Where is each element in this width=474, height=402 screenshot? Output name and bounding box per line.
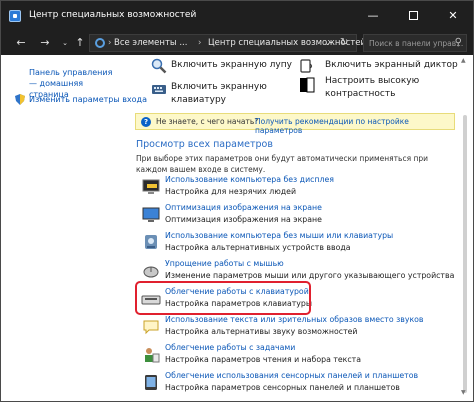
reading-icon (145, 348, 160, 363)
address-toolbar: ← → ⌄ ↑ › Все элементы ... › Центр специ… (1, 31, 473, 55)
item-description: Настройка альтернативы звуку возможносте… (165, 327, 358, 336)
list-item[interactable]: Облегчение использования сенсорных панел… (139, 369, 459, 397)
keyboard-icon (152, 85, 166, 94)
item-description: Настройка параметров чтения и набора тек… (165, 355, 361, 364)
title-bar: Центр специальных возможностей — ✕ (1, 1, 473, 31)
search-input[interactable]: Поиск в панели управ... ⚲ (363, 34, 467, 52)
item-title[interactable]: Использование компьютера без дисплея (165, 175, 334, 184)
recent-locations-button[interactable]: ⌄ (57, 35, 73, 51)
section-description: При выборе этих параметров они будут авт… (136, 154, 428, 174)
breadcrumb-separator: › (108, 38, 112, 48)
maximize-button[interactable] (393, 1, 433, 31)
list-item[interactable]: Использование компьютера без мыши или кл… (139, 229, 459, 257)
high-contrast-icon (300, 77, 315, 93)
display-icon (142, 207, 160, 222)
list-item[interactable]: Использование компьютера без дисплея Нас… (139, 173, 459, 201)
info-question: Не знаете, с чего начать? (156, 117, 259, 126)
back-button[interactable]: ← (13, 35, 29, 51)
set-high-contrast-link[interactable]: Настроить высокую контрастность (325, 75, 425, 101)
scroll-down-arrow-icon[interactable]: ▼ (461, 389, 466, 396)
shield-icon (15, 94, 25, 105)
list-item[interactable]: Использование текста или зрительных обра… (139, 313, 459, 341)
item-title[interactable]: Оптимизация изображения на экране (165, 203, 322, 212)
item-description: Настройка альтернативных устройств ввода (165, 243, 351, 252)
scroll-up-arrow-icon[interactable]: ▲ (461, 57, 466, 64)
start-onscreen-keyboard-link[interactable]: Включить экранную клавиатуру (171, 81, 281, 107)
breadcrumb-all-items[interactable]: Все элементы ... (114, 38, 187, 48)
start-narrator-link[interactable]: Включить экранный диктор (325, 59, 458, 72)
search-placeholder: Поиск в панели управ... (369, 39, 464, 48)
search-icon: ⚲ (454, 37, 462, 48)
get-recommendations-link[interactable]: Получить рекомендации по настройке парам… (255, 117, 454, 135)
item-description: Изменение параметров мыши или другого ук… (165, 271, 455, 280)
vertical-scrollbar[interactable] (463, 115, 467, 393)
item-description: Оптимизация изображения на экране (165, 215, 322, 224)
item-title[interactable]: Упрощение работы с мышью (165, 259, 284, 268)
magnifier-icon (151, 58, 167, 74)
section-heading: Просмотр всех параметров (136, 139, 273, 150)
item-title[interactable]: Облегчение работы с задачами (165, 343, 295, 352)
recommendations-info-bar: ? Не знаете, с чего начать? Получить рек… (135, 113, 455, 135)
info-icon: ? (141, 117, 151, 127)
address-bar[interactable]: › Все элементы ... › Центр специальных в… (89, 34, 366, 52)
control-panel-window: Центр специальных возможностей — ✕ ← → ⌄… (0, 0, 474, 402)
mouse-icon (143, 266, 159, 278)
item-title[interactable]: Использование компьютера без мыши или кл… (165, 231, 393, 240)
item-description: Настройка параметров сенсорных панелей и… (165, 383, 400, 392)
start-magnifier-link[interactable]: Включить экранную лупу (171, 59, 292, 72)
item-description: Настройка для незрячих людей (165, 187, 297, 196)
item-title[interactable]: Использование текста или зрительных обра… (165, 315, 424, 324)
control-panel-icon (9, 10, 21, 22)
close-button[interactable]: ✕ (433, 1, 473, 31)
sidebar-login-settings-link[interactable]: Изменить параметры входа (29, 94, 147, 105)
input-devices-icon (145, 235, 157, 249)
chevron-down-icon[interactable]: ⌄ (324, 38, 331, 47)
breadcrumb-separator: › (198, 38, 202, 48)
minimize-button[interactable]: — (353, 1, 393, 31)
tablet-icon (145, 375, 157, 390)
window-title: Центр специальных возможностей (29, 10, 197, 20)
list-item[interactable]: Облегчение работы с задачами Настройка п… (139, 341, 459, 369)
highlight-annotation-box (135, 281, 311, 315)
monitor-off-icon (142, 179, 160, 194)
control-panel-icon (95, 38, 105, 48)
item-title[interactable]: Облегчение использования сенсорных панел… (165, 371, 418, 380)
speech-bubble-icon (143, 320, 159, 335)
refresh-icon[interactable]: ↻ (340, 37, 348, 48)
list-item[interactable]: Оптимизация изображения на экране Оптими… (139, 201, 459, 229)
maximize-icon (408, 10, 418, 20)
narrator-icon (300, 59, 313, 73)
forward-button[interactable]: → (37, 35, 53, 51)
up-button[interactable]: ↑ (72, 35, 88, 51)
main-content: Панель управления — домашняя страница Из… (1, 55, 473, 401)
